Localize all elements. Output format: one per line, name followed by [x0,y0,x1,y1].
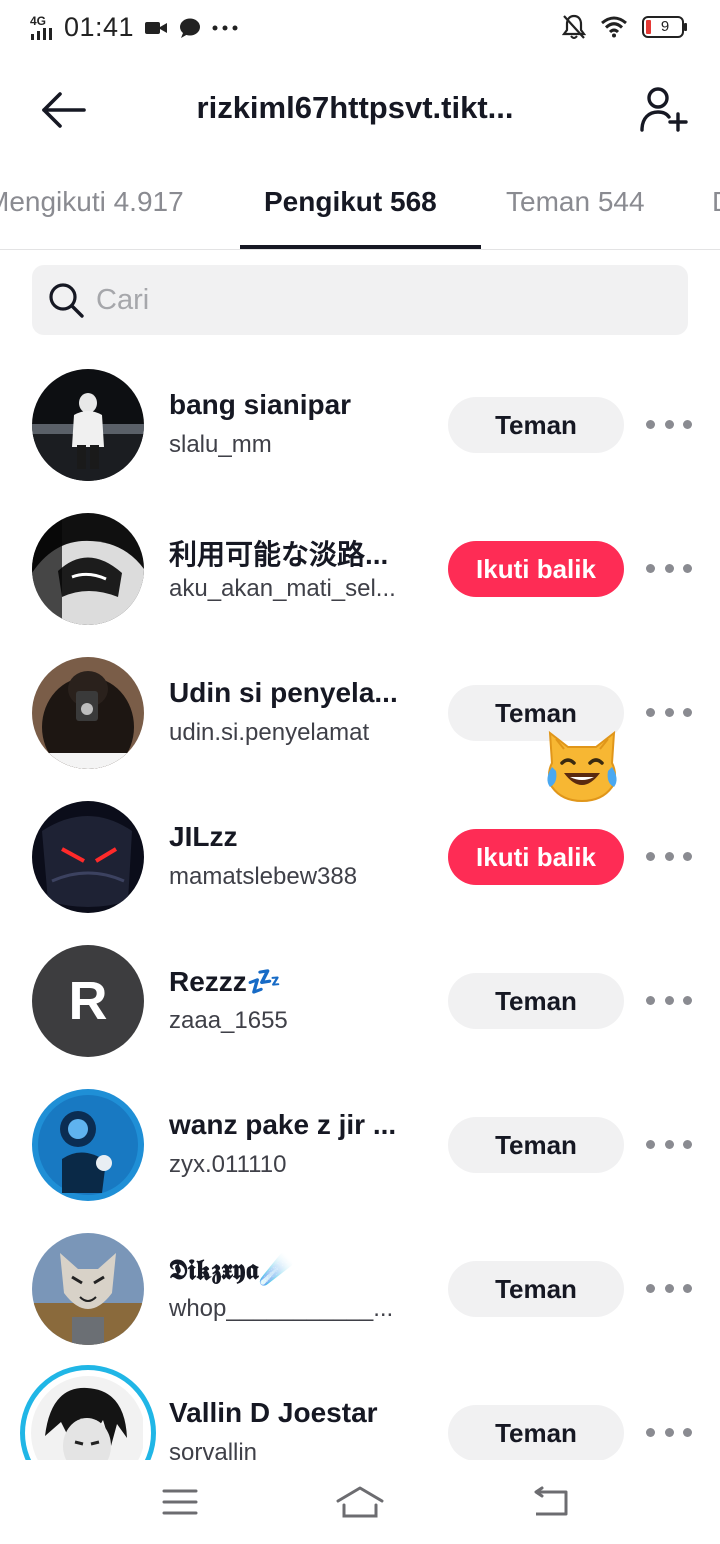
list-item[interactable]: 𝕯𝖎𝖐𝖟𝖝𝖞𝖆☄️ whop___________... Teman [0,1217,720,1361]
follow-back-button[interactable]: Ikuti balik [448,541,624,597]
home-button[interactable] [330,1482,390,1522]
avatar[interactable] [32,657,144,769]
video-camera-icon [145,21,168,34]
follower-username: whop___________... [169,1295,394,1322]
wifi-icon [601,16,627,38]
follow-back-button[interactable]: Ikuti balik [448,829,624,885]
friends-button[interactable]: Teman [448,1405,624,1460]
avatar-with-story-ring[interactable] [20,1365,156,1460]
list-item[interactable]: R Rezzz💤 zaaa_1655 Teman [0,929,720,1073]
follower-name: bang sianipar [169,389,352,420]
avatar-initial: R [68,971,108,1031]
list-item[interactable]: wanz pake z jir ... zyx.011110 Teman [0,1073,720,1217]
more-options-button[interactable] [646,1129,692,1159]
follower-name: 𝕯𝖎𝖐𝖟𝖝𝖞𝖆☄️ [169,1254,294,1285]
follower-username: sorvallin [169,1439,258,1460]
friends-button[interactable]: Teman [448,1117,624,1173]
more-options-button[interactable] [646,841,692,871]
status-left: 4G 01:41 [30,12,238,43]
search-icon [46,280,86,320]
friends-button[interactable]: Teman [448,397,624,453]
add-user-icon [640,87,688,132]
more-options-button[interactable] [646,553,692,583]
more-notifications-icon [212,25,238,30]
search-input[interactable] [96,283,656,317]
avatar[interactable] [32,369,144,481]
avatar[interactable]: R [32,945,144,1057]
cat-laughing-emoji-icon [542,727,622,803]
list-item[interactable]: bang sianipar slalu_mm Teman [0,353,720,497]
follower-name: Vallin D Joestar [169,1397,378,1428]
follower-name: wanz pake z jir ... [169,1109,397,1140]
follower-username: aku_akan_mati_sel... [169,575,396,602]
friends-button[interactable]: Teman [448,973,624,1029]
back-nav-icon [534,1486,568,1516]
follower-name: Udin si penyela... [169,677,398,708]
clock: 01:41 [64,12,135,42]
more-options-button[interactable] [646,1417,692,1447]
battery-icon: 9 [642,16,688,38]
tab-next[interactable]: D [712,186,720,218]
more-options-button[interactable] [646,409,692,439]
home-icon [336,1486,384,1518]
recent-apps-button[interactable] [150,1482,210,1522]
list-item[interactable]: Vallin D Joestar sorvallin Teman [0,1361,720,1460]
more-options-button[interactable] [646,1273,692,1303]
tab-following[interactable]: Mengikuti 4.917 [0,186,184,218]
more-options-button[interactable] [646,697,692,727]
avatar[interactable] [32,1233,144,1345]
avatar[interactable] [32,513,144,625]
followers-list: bang sianipar slalu_mm Teman 利用可能な淡路... … [0,353,720,1460]
back-button[interactable] [38,88,88,132]
page-title: rizkiml67httpsvt.tikt... [196,90,514,125]
system-nav-bar [0,1460,720,1544]
signal-icon: 4G [30,15,54,41]
follower-username: slalu_mm [169,431,272,458]
back-nav-button[interactable] [520,1482,580,1522]
header: rizkiml67httpsvt.tikt... [0,70,720,150]
tab-bar: Mengikuti 4.917 Pengikut 568 Teman 544 D [0,170,720,250]
more-options-button[interactable] [646,985,692,1015]
battery-level: 9 [660,18,670,35]
follower-username: mamatslebew388 [169,863,358,890]
bell-muted-icon [562,14,586,39]
list-item[interactable]: JILzz mamatslebew388 Ikuti balik [0,785,720,929]
avatar[interactable] [32,801,144,913]
add-friend-button[interactable] [636,84,692,134]
follower-name: Rezzz💤 [169,966,282,997]
list-item[interactable]: 利用可能な淡路... aku_akan_mati_sel... Ikuti ba… [0,497,720,641]
follower-username: zaaa_1655 [169,1007,288,1034]
chat-bubble-icon [180,18,201,38]
tab-friends[interactable]: Teman 544 [506,186,645,218]
search-bar[interactable] [32,265,688,335]
tab-followers[interactable]: Pengikut 568 [264,186,437,218]
follower-username: zyx.011110 [169,1151,287,1178]
status-right: 9 [562,14,688,40]
active-tab-indicator [240,245,481,249]
follower-name: 利用可能な淡路... [169,539,389,570]
status-bar: 4G 01:41 9 [0,0,720,56]
menu-icon [162,1489,198,1515]
avatar[interactable] [32,1089,144,1201]
arrow-left-icon [42,92,86,128]
follower-username: udin.si.penyelamat [169,719,370,746]
follower-name: JILzz [169,821,238,852]
friends-button[interactable]: Teman [448,1261,624,1317]
